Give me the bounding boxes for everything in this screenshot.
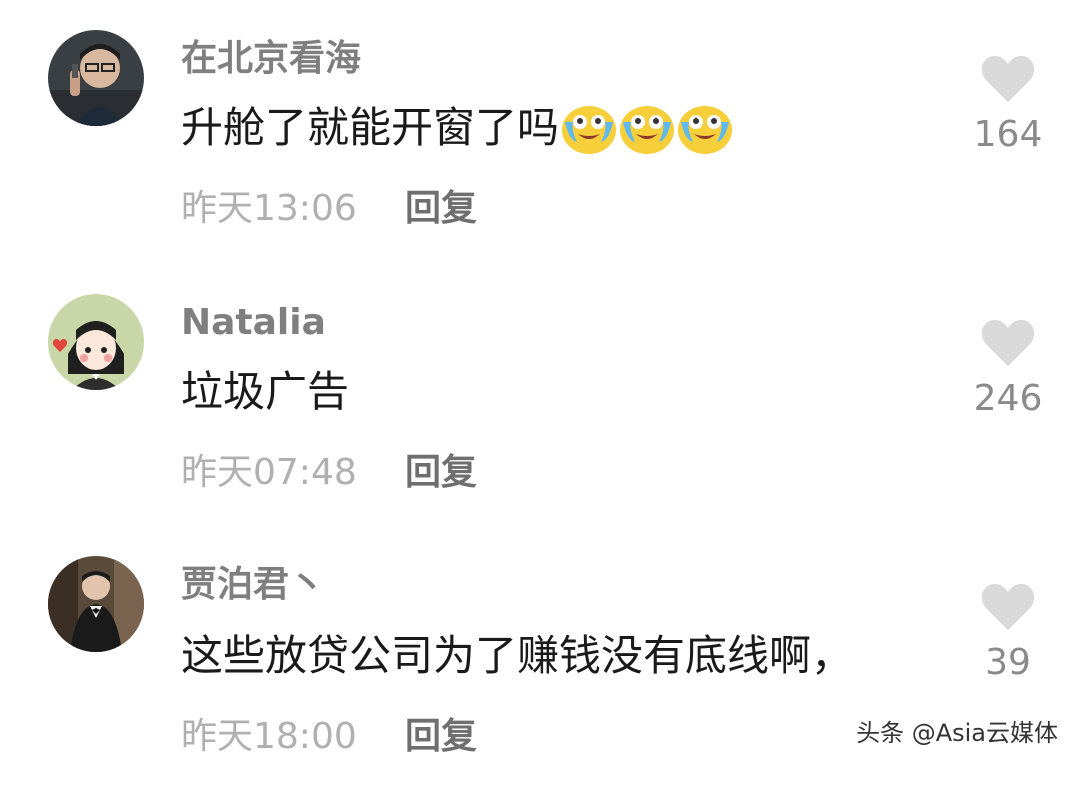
tear-laugh-emoji [677, 100, 733, 156]
reply-button[interactable]: 回复 [405, 188, 477, 230]
like-button[interactable]: 164 [968, 54, 1048, 156]
comment-text: 垃圾广告 [181, 366, 349, 418]
like-button[interactable]: 246 [968, 318, 1048, 420]
tear-laugh-emoji [619, 100, 675, 156]
like-count: 246 [973, 378, 1043, 419]
comment-text: 升舱了就能开窗了吗 [181, 100, 733, 156]
comment-text-content: 升舱了就能开窗了吗 [181, 103, 560, 152]
comment-time: 昨天18:00 [181, 716, 357, 757]
comment-time: 昨天07:48 [181, 452, 357, 493]
username[interactable]: Natalia [181, 302, 326, 344]
like-button[interactable]: 39 [968, 582, 1048, 684]
comment-time: 昨天13:06 [181, 188, 357, 229]
heart-icon [981, 319, 1035, 366]
avatar[interactable] [48, 556, 144, 652]
comment-text: 这些放贷公司为了赚钱没有底线啊， [181, 630, 853, 682]
tear-laugh-emoji [561, 100, 617, 156]
avatar[interactable] [48, 294, 144, 390]
comment-item: Natalia 垃圾广告 昨天07:48 回复 246 [0, 262, 1080, 524]
reply-button[interactable]: 回复 [405, 452, 477, 494]
comment-item: 在北京看海 升舱了就能开窗了吗 昨天13:06 回复 164 [0, 0, 1080, 262]
heart-icon [981, 583, 1035, 630]
reply-button[interactable]: 回复 [405, 716, 477, 758]
like-count: 39 [985, 642, 1031, 683]
heart-icon [981, 55, 1035, 102]
username[interactable]: 在北京看海 [181, 38, 361, 80]
like-count: 164 [973, 114, 1043, 155]
avatar[interactable] [48, 30, 144, 126]
comment-text-content: 垃圾广告 [181, 367, 350, 416]
comment-text-content: 这些放贷公司为了赚钱没有底线啊， [181, 631, 854, 680]
watermark: 头条 @Asia云媒体 [856, 719, 1058, 747]
username[interactable]: 贾泊君丶 [181, 564, 325, 606]
